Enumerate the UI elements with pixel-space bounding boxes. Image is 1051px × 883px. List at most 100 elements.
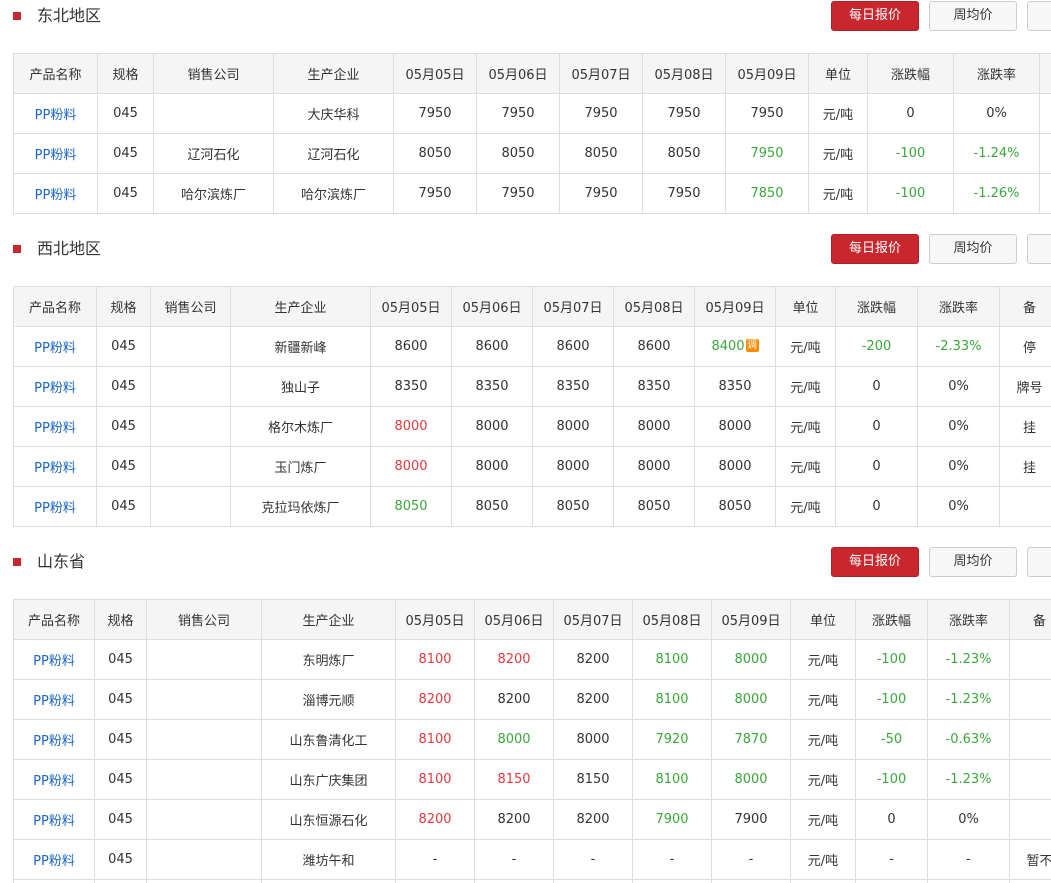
column-header-p4: 05月09日 [694, 286, 776, 327]
price-cell: 7900 [632, 799, 712, 840]
product-name-link[interactable]: PP粉料 [13, 759, 95, 800]
column-header-p3: 05月08日 [613, 286, 695, 327]
price-value: 8100 [655, 652, 689, 667]
price-table: 产品名称 规格 销售公司 生产企业 05月05日 05月06日 05月07日 05月08日 05… [13, 599, 1051, 883]
price-cell: 8000 [474, 719, 554, 760]
price-value: 7950 [750, 146, 784, 161]
product-name-link[interactable]: PP粉料 [13, 173, 98, 214]
price-value: 7900 [655, 812, 689, 827]
price-value: 8350 [556, 379, 590, 394]
product-name-link[interactable]: PP粉料 [13, 133, 98, 174]
price-cell: - [632, 839, 712, 880]
daily-price-button[interactable]: 每日报价 [831, 1, 919, 31]
price-cell: 8050 [532, 486, 614, 527]
price-cell: 7950 [393, 173, 477, 214]
spec-cell: 045 [96, 366, 151, 407]
spec-cell: 045 [97, 133, 154, 174]
change-cell: - [855, 839, 928, 880]
price-value: 7950 [501, 186, 535, 201]
price-value: 7850 [750, 186, 784, 201]
producer-cell: 格尔木炼厂 [230, 406, 371, 447]
section-1: 东北地区 每日报价 周均价 产品名称 规格 销售公司 生产企业 05月05日 05月06日 05月… [0, 0, 1051, 214]
price-cell: 7950 [642, 93, 726, 134]
more-button[interactable] [1027, 234, 1051, 264]
column-header-seller: 销售公司 [150, 286, 231, 327]
change-cell: -200 [835, 326, 918, 367]
daily-price-button[interactable]: 每日报价 [831, 234, 919, 264]
section-marker-icon [13, 12, 21, 20]
section-2: 西北地区 每日报价 周均价产品名称 规格 销售公司 生产企业 05月05日 05月06日 05月… [0, 233, 1051, 527]
producer-cell: 克拉玛依炼厂 [230, 486, 371, 527]
product-name-link[interactable]: PP粉料 [13, 639, 95, 680]
seller-cell [150, 366, 231, 407]
note-cell [1009, 759, 1051, 800]
unit-cell: 元/吨 [775, 486, 836, 527]
table-row: PP粉料 045 格尔木炼厂 8000 8000 8000 8000 8000 元/吨 0 0% 挂 [13, 406, 1051, 447]
column-header-p4: 05月09日 [725, 53, 809, 94]
price-value: 8600 [475, 339, 509, 354]
rate-cell [927, 879, 1010, 883]
product-name-link[interactable]: PP粉料 [13, 326, 97, 367]
price-cell: 8000 [532, 406, 614, 447]
note-cell [1009, 639, 1051, 680]
column-header-spec: 规格 [97, 53, 154, 94]
price-cell: 8100 [395, 759, 475, 800]
price-value: 8200 [576, 812, 610, 827]
column-header-unit: 单位 [775, 286, 836, 327]
price-value: 8100 [418, 772, 452, 787]
price-cell: 8050 [613, 486, 695, 527]
price-value: 8350 [718, 379, 752, 394]
rate-cell: -1.26% [953, 173, 1040, 214]
table-row: PP粉料 045 玉门炼厂 8000 8000 8000 8000 8000 元/吨 0 0% 挂 [13, 446, 1051, 487]
weekly-average-button[interactable]: 周均价 [929, 234, 1017, 264]
price-cell: 8000 [451, 446, 533, 487]
price-value: - [669, 852, 675, 867]
seller-cell: 哈尔滨炼厂 [153, 173, 274, 214]
spec-cell [94, 879, 147, 883]
price-value: 8150 [576, 772, 610, 787]
product-name-link[interactable]: PP粉料 [13, 486, 97, 527]
column-header-p3: 05月08日 [632, 599, 712, 640]
table-row [13, 879, 1051, 883]
price-cell: 8000 [711, 639, 791, 680]
weekly-average-button[interactable]: 周均价 [929, 547, 1017, 577]
table-header-row: 产品名称 规格 销售公司 生产企业 05月05日 05月06日 05月07日 05月08日 05… [13, 286, 1051, 327]
more-button[interactable] [1027, 1, 1051, 31]
more-button[interactable] [1027, 547, 1051, 577]
table-row: PP粉料 045 淄博元顺 8200 8200 8200 8100 8000 元/吨 -100 -1… [13, 679, 1051, 720]
price-cell: 8200 [553, 799, 633, 840]
weekly-average-button[interactable]: 周均价 [929, 1, 1017, 31]
unit-cell [790, 879, 856, 883]
table-row: PP粉料 045 克拉玛依炼厂 8050 8050 8050 8050 8050 元/吨 0 0% [13, 486, 1051, 527]
seller-cell [146, 639, 262, 680]
column-header-p3: 05月08日 [642, 53, 726, 94]
column-header-rate: 涨跌率 [953, 53, 1040, 94]
price-value: 8000 [556, 459, 590, 474]
unit-cell: 元/吨 [808, 93, 868, 134]
note-cell: 停 [999, 326, 1051, 367]
column-header-product: 产品名称 [13, 599, 95, 640]
seller-cell: 辽河石化 [153, 133, 274, 174]
product-name-link[interactable]: PP粉料 [13, 719, 95, 760]
price-value: 8200 [497, 692, 531, 707]
unit-cell: 元/吨 [775, 326, 836, 367]
product-name-link[interactable]: PP粉料 [13, 406, 97, 447]
price-cell: 8050 [476, 133, 560, 174]
section-title: 西北地区 [37, 239, 102, 258]
column-header-note: 备 [1039, 53, 1051, 94]
price-value: 8050 [556, 499, 590, 514]
seller-cell [153, 93, 274, 134]
product-name-link[interactable]: PP粉料 [13, 446, 97, 487]
price-cell: 7950 [642, 173, 726, 214]
section-title: 山东省 [37, 552, 86, 571]
product-name-link[interactable]: PP粉料 [13, 799, 95, 840]
daily-price-button[interactable]: 每日报价 [831, 547, 919, 577]
spec-cell: 045 [96, 486, 151, 527]
product-name-link[interactable]: PP粉料 [13, 366, 97, 407]
product-name-link[interactable]: PP粉料 [13, 679, 95, 720]
price-value: 8050 [637, 499, 671, 514]
product-name-link[interactable]: PP粉料 [13, 839, 95, 880]
product-name-link[interactable]: PP粉料 [13, 93, 98, 134]
price-value: 8600 [394, 339, 428, 354]
unit-cell: 元/吨 [775, 366, 836, 407]
